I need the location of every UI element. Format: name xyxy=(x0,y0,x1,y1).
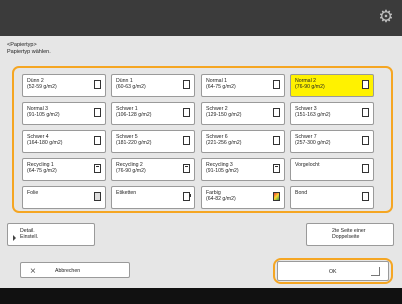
paper-type-label: Bond xyxy=(295,190,308,196)
paper-type-button[interactable]: Schwer 3 (151-163 g/m2) xyxy=(290,102,374,125)
paper-type-label: Schwer 4 (164-180 g/m2) xyxy=(27,134,63,147)
paper-type-button[interactable]: Etiketten xyxy=(111,186,195,209)
resize-corner-icon xyxy=(371,267,380,276)
paper-type-label: Schwer 5 (181-220 g/m2) xyxy=(116,134,152,147)
plain-paper-icon xyxy=(362,80,369,89)
paper-type-button[interactable]: Schwer 6 (221-256 g/m2) xyxy=(201,130,285,153)
paper-type-button[interactable]: Recycling 3 (91-105 g/m2) xyxy=(201,158,285,181)
paper-type-button[interactable]: Schwer 2 (129-150 g/m2) xyxy=(201,102,285,125)
plain-paper-icon xyxy=(362,164,369,173)
plain-paper-icon xyxy=(273,108,280,117)
plain-paper-icon xyxy=(183,80,190,89)
paper-type-label: Recycling 1 (64-75 g/m2) xyxy=(27,162,57,175)
paper-type-button[interactable]: Schwer 1 (106-128 g/m2) xyxy=(111,102,195,125)
paper-type-label: Schwer 7 (257-300 g/m2) xyxy=(295,134,331,147)
recycled-paper-icon xyxy=(273,164,280,173)
plain-paper-icon xyxy=(362,192,369,201)
paper-type-button[interactable]: Vorgelocht xyxy=(290,158,374,181)
paper-type-label: Dünn 1 (60-63 g/m2) xyxy=(116,78,146,91)
paper-type-button[interactable]: Folie xyxy=(22,186,106,209)
arrow-icon xyxy=(13,235,16,241)
paper-type-label: Dünn 2 (52-59 g/m2) xyxy=(27,78,57,91)
paper-type-label: Schwer 2 (129-150 g/m2) xyxy=(206,106,242,119)
close-icon: × xyxy=(30,266,36,277)
recycled-paper-icon xyxy=(94,164,101,173)
plain-paper-icon xyxy=(362,136,369,145)
paper-type-label: Normal 2 (76-90 g/m2) xyxy=(295,78,325,91)
paper-type-label: Etiketten xyxy=(116,190,137,196)
paper-type-label: Schwer 3 (151-163 g/m2) xyxy=(295,106,331,119)
ok-label: OK xyxy=(329,269,337,275)
recycled-paper-icon xyxy=(183,164,190,173)
paper-type-button[interactable]: Schwer 5 (181-220 g/m2) xyxy=(111,130,195,153)
paper-type-label: Schwer 6 (221-256 g/m2) xyxy=(206,134,242,147)
paper-type-button[interactable]: Normal 3 (91-105 g/m2) xyxy=(22,102,106,125)
color-paper-icon xyxy=(273,192,280,201)
paper-type-button[interactable]: Schwer 7 (257-300 g/m2) xyxy=(290,130,374,153)
plain-paper-icon xyxy=(273,136,280,145)
paper-type-button[interactable]: Normal 1 (64-75 g/m2) xyxy=(201,74,285,97)
bottom-bar xyxy=(0,288,402,304)
paper-type-button[interactable]: Recycling 2 (76-90 g/m2) xyxy=(111,158,195,181)
paper-type-label: Vorgelocht xyxy=(295,162,320,168)
paper-type-button[interactable]: Farbig (64-82 g/m2) xyxy=(201,186,285,209)
breadcrumb: <Papiertyp> Papiertyp wählen. xyxy=(7,42,51,55)
plain-paper-icon xyxy=(94,80,101,89)
plain-paper-icon xyxy=(273,80,280,89)
paper-type-button[interactable]: Dünn 2 (52-59 g/m2) xyxy=(22,74,106,97)
two-sided-page-button[interactable]: 2te Seite einer Doppelseite xyxy=(306,223,394,246)
paper-type-button[interactable]: Bond xyxy=(290,186,374,209)
plain-paper-icon xyxy=(183,108,190,117)
paper-type-button[interactable]: Dünn 1 (60-63 g/m2) xyxy=(111,74,195,97)
paper-type-label: Recycling 2 (76-90 g/m2) xyxy=(116,162,146,175)
transparency-icon xyxy=(94,192,101,201)
label-sheet-icon xyxy=(183,192,191,201)
paper-type-label: Farbig (64-82 g/m2) xyxy=(206,190,236,203)
paper-type-button[interactable]: Schwer 4 (164-180 g/m2) xyxy=(22,130,106,153)
cancel-button[interactable]: × Abbrechen xyxy=(20,262,130,278)
paper-type-button[interactable]: Recycling 1 (64-75 g/m2) xyxy=(22,158,106,181)
plain-paper-icon xyxy=(183,136,190,145)
paper-type-label: Recycling 3 (91-105 g/m2) xyxy=(206,162,239,175)
breadcrumb-instruction: Papiertyp wählen. xyxy=(7,48,51,55)
gear-icon[interactable]: ⚙ xyxy=(377,8,395,26)
top-bar: ⚙ xyxy=(0,0,402,36)
cancel-label: Abbrechen xyxy=(55,268,81,274)
plain-paper-icon xyxy=(94,108,101,117)
plain-paper-icon xyxy=(362,108,369,117)
two-sided-page-label: 2te Seite einer Doppelseite xyxy=(332,228,366,241)
detail-settings-label: Detail. Einstell. xyxy=(20,228,39,241)
paper-type-label: Normal 3 (91-105 g/m2) xyxy=(27,106,60,119)
plain-paper-icon xyxy=(94,136,101,145)
paper-type-label: Schwer 1 (106-128 g/m2) xyxy=(116,106,152,119)
detail-settings-button[interactable]: Detail. Einstell. xyxy=(7,223,95,246)
ok-button[interactable]: OK xyxy=(277,261,389,281)
paper-type-label: Folie xyxy=(27,190,39,196)
paper-type-label: Normal 1 (64-75 g/m2) xyxy=(206,78,236,91)
paper-type-button[interactable]: Normal 2 (76-90 g/m2) xyxy=(290,74,374,97)
